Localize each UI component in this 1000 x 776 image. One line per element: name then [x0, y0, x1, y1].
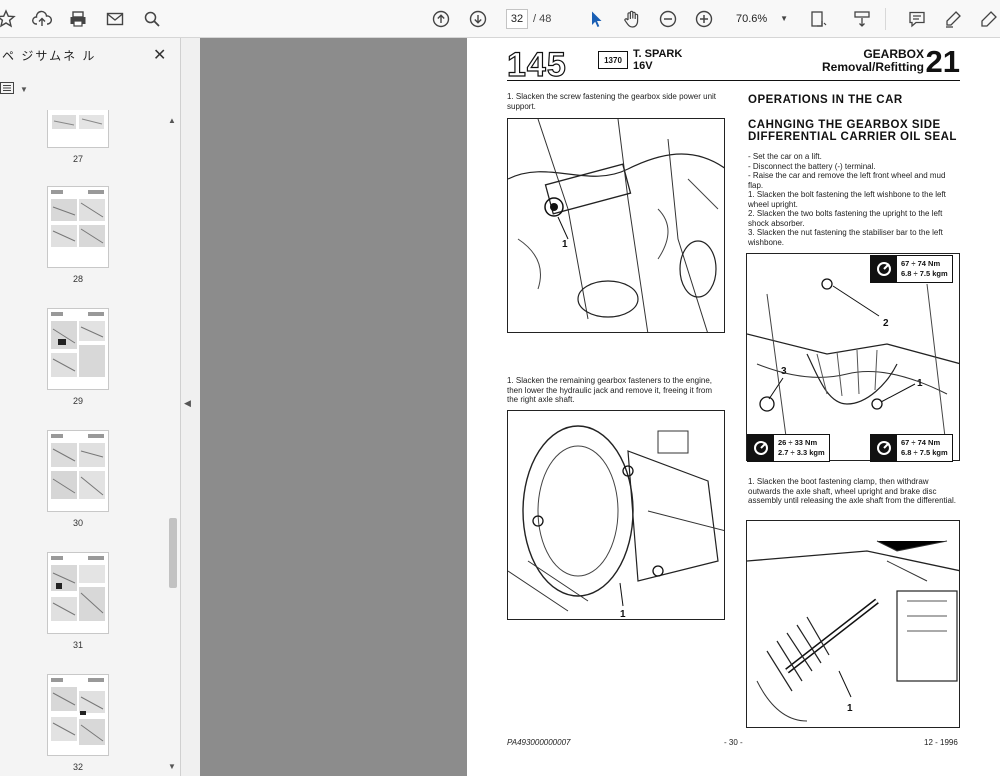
- heading-oil-seal: CAHNGING THE GEARBOX SIDE DIFFERENTIAL C…: [748, 119, 957, 143]
- step-text: 1. Slacken the boot fastening clamp, the…: [748, 477, 956, 505]
- heading-operations: OPERATIONS IN THE CAR: [748, 94, 903, 106]
- figure-axle-shaft: 1: [746, 520, 960, 728]
- svg-text:3: 3: [781, 366, 787, 377]
- scroll-up-icon[interactable]: ▲: [168, 116, 176, 125]
- upload-cloud-icon[interactable]: [30, 7, 54, 31]
- torque-value-kgm: 6.8 ÷ 7.5 kgm: [901, 448, 948, 457]
- step-text: 1. Slacken the remaining gearbox fastene…: [507, 376, 713, 404]
- figure-power-unit-support: 1: [507, 118, 725, 333]
- page-total: / 48: [533, 13, 552, 25]
- zoom-level-value: 70.6%: [736, 13, 768, 25]
- sidebar-title: ペ ジサムネ ル: [2, 49, 97, 63]
- thumbnail-label: 29: [72, 396, 83, 406]
- chevron-down-icon: ▼: [780, 14, 788, 23]
- bookmark-star-icon[interactable]: [0, 7, 18, 31]
- torque-wrench-icon: [748, 435, 774, 461]
- comment-icon[interactable]: [905, 7, 929, 31]
- page-fit-icon[interactable]: [806, 7, 830, 31]
- svg-text:1: 1: [620, 609, 626, 620]
- search-icon[interactable]: [140, 7, 164, 31]
- thumbnail-options-menu[interactable]: ▼: [0, 82, 28, 97]
- select-cursor-icon[interactable]: [584, 7, 608, 31]
- page-number-input[interactable]: 32: [506, 9, 528, 29]
- engine-badge: 1370: [598, 51, 628, 69]
- sidebar-scrollbar[interactable]: ▲ ▼: [166, 110, 180, 776]
- zoom-out-icon[interactable]: [656, 7, 680, 31]
- svg-text:1: 1: [917, 378, 923, 389]
- thumbnail-label: 27: [72, 154, 83, 164]
- scroll-down-icon[interactable]: ▼: [168, 762, 176, 771]
- chevron-down-icon: ▼: [20, 85, 28, 94]
- page-thumbnail[interactable]: [47, 308, 109, 390]
- torque-spec-badge: 67 ÷ 74 Nm 6.8 ÷ 7.5 kgm: [870, 255, 953, 283]
- thumbnail-label: 31: [72, 640, 83, 650]
- toolbar: 32 / 48 70.6% ▼: [0, 0, 1000, 38]
- highlight-pen-icon[interactable]: [941, 7, 965, 31]
- chapter-number: 21: [925, 44, 960, 79]
- svg-text:1: 1: [847, 703, 853, 714]
- section-title: GEARBOX Removal/Refitting: [821, 47, 924, 74]
- hand-tool-icon[interactable]: [620, 7, 644, 31]
- scrollbar-thumb[interactable]: [169, 518, 177, 588]
- torque-value-kgm: 2.7 ÷ 3.3 kgm: [778, 448, 825, 457]
- figure-gearbox-fasteners: 1: [507, 410, 725, 620]
- page-thumbnail[interactable]: [47, 552, 109, 634]
- header-rule: [507, 80, 960, 81]
- torque-value-nm: 26 ÷ 33 Nm: [778, 438, 818, 447]
- print-icon[interactable]: [66, 7, 90, 31]
- page-thumbnail-current[interactable]: [47, 674, 109, 756]
- footer-code: PA493000000007: [507, 738, 571, 747]
- engine-name: T. SPARK 16V: [633, 48, 683, 72]
- footer-date: 12 - 1996: [924, 738, 958, 747]
- page-thumbnail[interactable]: [47, 186, 109, 268]
- svg-text:1: 1: [562, 239, 568, 250]
- torque-wrench-icon: [871, 435, 897, 461]
- page-thumbnail[interactable]: [47, 110, 109, 148]
- document-viewer[interactable]: 145 1370 T. SPARK 16V GEARBOX Removal/Re…: [200, 38, 1000, 776]
- procedure-steps: - Set the car on a lift. - Disconnect th…: [748, 152, 946, 247]
- torque-value-nm: 67 ÷ 74 Nm: [901, 259, 941, 268]
- thumbnail-sidebar: ペ ジサムネ ル ✕ ▼ 27 28 29 30 31 32 ▲ ▼: [0, 38, 181, 776]
- zoom-level-select[interactable]: 70.6% ▼: [730, 9, 790, 29]
- thumbnail-label: 30: [72, 518, 83, 528]
- step-text: 1. Slacken the screw fastening the gearb…: [507, 92, 717, 111]
- figure-wishbone-upright: 2 3 1: [746, 253, 960, 461]
- document-page: 145 1370 T. SPARK 16V GEARBOX Removal/Re…: [467, 38, 1000, 776]
- torque-value-kgm: 6.8 ÷ 7.5 kgm: [901, 269, 948, 278]
- thumbnail-list: 27 28 29 30 31 32: [0, 110, 166, 776]
- sign-icon[interactable]: [977, 7, 1000, 31]
- torque-spec-badge: 67 ÷ 74 Nm 6.8 ÷ 7.5 kgm: [870, 434, 953, 462]
- page-thumbnail[interactable]: [47, 430, 109, 512]
- mail-icon[interactable]: [103, 7, 127, 31]
- thumbnail-label: 32: [72, 762, 83, 772]
- torque-spec-badge: 26 ÷ 33 Nm 2.7 ÷ 3.3 kgm: [747, 434, 830, 462]
- torque-wrench-icon: [871, 256, 897, 282]
- scroll-mode-icon[interactable]: [850, 7, 874, 31]
- svg-text:2: 2: [883, 318, 889, 329]
- footer-page-number: - 30 -: [724, 738, 743, 747]
- previous-page-icon[interactable]: [429, 7, 453, 31]
- collapse-sidebar-icon[interactable]: ◀: [184, 398, 191, 409]
- close-icon[interactable]: ✕: [153, 45, 166, 65]
- thumbnail-label: 28: [72, 274, 83, 284]
- next-page-icon[interactable]: [466, 7, 490, 31]
- zoom-in-icon[interactable]: [692, 7, 716, 31]
- torque-value-nm: 67 ÷ 74 Nm: [901, 438, 941, 447]
- list-view-icon: [0, 82, 14, 97]
